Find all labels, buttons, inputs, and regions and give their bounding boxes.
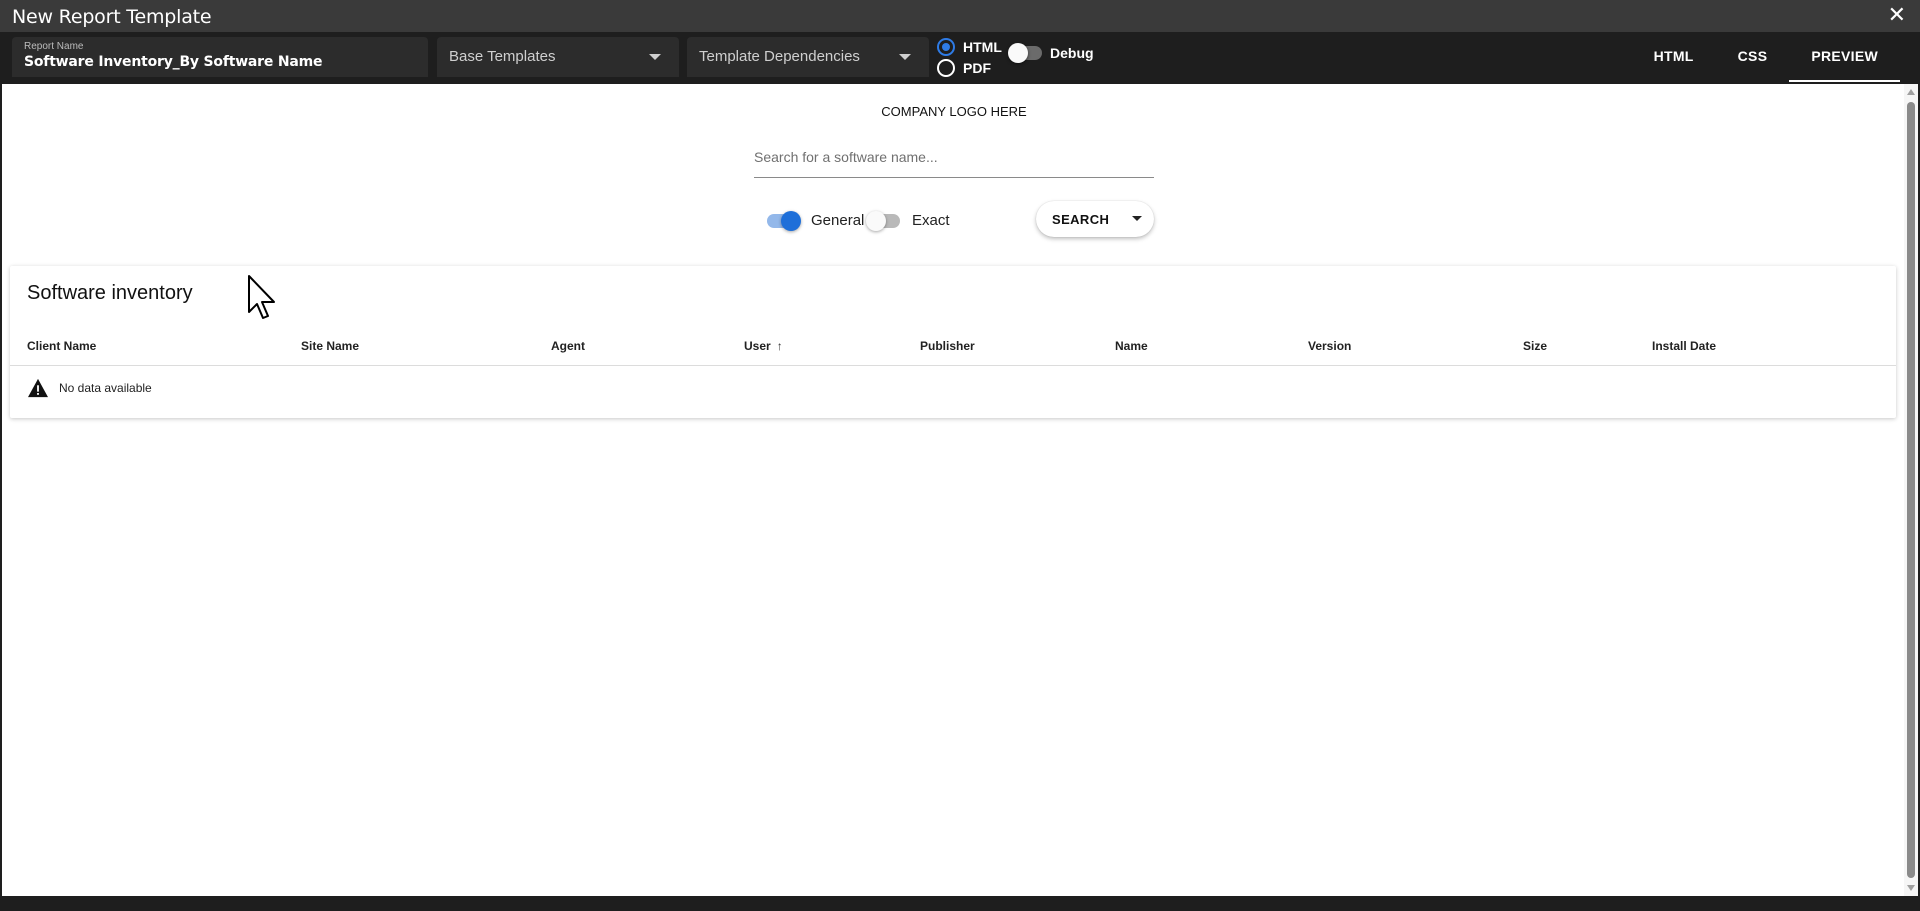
empty-state-message: No data available <box>59 381 152 395</box>
base-templates-select[interactable]: Base Templates <box>437 37 679 77</box>
scrollbar-thumb[interactable] <box>1907 102 1915 878</box>
column-label: Size <box>1523 339 1548 353</box>
sort-ascending-icon[interactable]: ↑ <box>777 339 783 353</box>
column-header-user[interactable]: User ↑ <box>744 339 783 353</box>
toolbar: Report Name Software Inventory_By Softwa… <box>0 32 1920 82</box>
preview-pane: COMPANY LOGO HERE General Exact SEARCH S… <box>0 82 1920 898</box>
window-title: New Report Template <box>12 6 212 28</box>
table-header: Client Name Site Name Agent User ↑ Publis… <box>10 330 1896 366</box>
switch-knob <box>781 210 801 231</box>
search-button-label: SEARCH <box>1052 211 1110 227</box>
chevron-down-icon <box>899 54 911 60</box>
preview-scrollbar[interactable] <box>1904 84 1918 896</box>
column-label: Version <box>1308 339 1352 353</box>
scroll-up-arrow-icon[interactable] <box>1907 89 1915 95</box>
report-name-field[interactable]: Report Name Software Inventory_By Softwa… <box>12 37 428 77</box>
tab-preview[interactable]: PREVIEW <box>1789 32 1900 82</box>
exact-label: Exact <box>912 212 950 229</box>
debug-label: Debug <box>1050 45 1094 61</box>
switch-knob <box>1008 43 1028 63</box>
format-radio-group: HTML PDF <box>937 36 1002 78</box>
column-label: User <box>744 339 771 353</box>
tab-html[interactable]: HTML <box>1632 32 1716 82</box>
bottom-bar <box>0 898 1920 911</box>
close-icon[interactable]: ✕ <box>1888 3 1906 27</box>
template-dependencies-select[interactable]: Template Dependencies <box>687 37 929 77</box>
general-toggle[interactable]: General <box>767 210 865 231</box>
base-templates-label: Base Templates <box>449 48 556 65</box>
column-header-version[interactable]: Version <box>1308 339 1351 353</box>
switch-knob <box>866 210 886 231</box>
exact-switch[interactable] <box>866 210 900 231</box>
column-header-install-date[interactable]: Install Date <box>1652 339 1716 353</box>
company-logo-placeholder: COMPANY LOGO HERE <box>881 104 1027 119</box>
exact-toggle[interactable]: Exact <box>866 210 950 231</box>
column-label: Site Name <box>301 339 360 353</box>
scroll-down-arrow-icon[interactable] <box>1907 885 1915 891</box>
column-header-publisher[interactable]: Publisher <box>920 339 975 353</box>
debug-switch[interactable] <box>1008 43 1042 63</box>
column-label: Client Name <box>27 339 97 353</box>
general-switch[interactable] <box>767 210 801 231</box>
column-header-site-name[interactable]: Site Name <box>301 339 359 353</box>
report-name-value[interactable]: Software Inventory_By Software Name <box>24 54 323 70</box>
search-button[interactable]: SEARCH <box>1036 201 1154 237</box>
radio-unchecked-icon[interactable] <box>937 58 955 77</box>
column-label: Agent <box>551 339 585 353</box>
empty-state: No data available <box>27 378 152 398</box>
column-header-client-name[interactable]: Client Name <box>27 339 96 353</box>
column-header-size[interactable]: Size <box>1523 339 1547 353</box>
editor-tabs: HTML CSS PREVIEW <box>1632 32 1900 82</box>
template-dependencies-label: Template Dependencies <box>699 48 860 65</box>
format-option-html[interactable]: HTML <box>937 36 1002 57</box>
tab-css[interactable]: CSS <box>1716 32 1790 82</box>
software-search-field[interactable] <box>754 136 1154 178</box>
column-label: Name <box>1115 339 1148 353</box>
format-pdf-label: PDF <box>963 59 991 76</box>
chevron-down-icon <box>649 54 661 60</box>
debug-toggle[interactable]: Debug <box>1008 43 1094 63</box>
mouse-cursor-icon <box>248 275 275 319</box>
title-bar: New Report Template ✕ <box>0 0 1920 32</box>
radio-checked-icon[interactable] <box>937 37 955 56</box>
search-input[interactable] <box>754 136 1154 177</box>
software-inventory-card: Software inventory Client Name Site Name… <box>10 266 1896 418</box>
column-label: Publisher <box>920 339 975 353</box>
caret-down-icon[interactable] <box>1132 216 1142 221</box>
warning-icon <box>28 378 48 398</box>
report-name-label: Report Name <box>24 41 84 52</box>
format-html-label: HTML <box>963 38 1002 55</box>
column-label: Install Date <box>1652 339 1717 353</box>
column-header-name[interactable]: Name <box>1115 339 1148 353</box>
column-header-agent[interactable]: Agent <box>551 339 585 353</box>
general-label: General <box>811 212 865 229</box>
table-title: Software inventory <box>27 282 193 304</box>
format-option-pdf[interactable]: PDF <box>937 57 1002 78</box>
